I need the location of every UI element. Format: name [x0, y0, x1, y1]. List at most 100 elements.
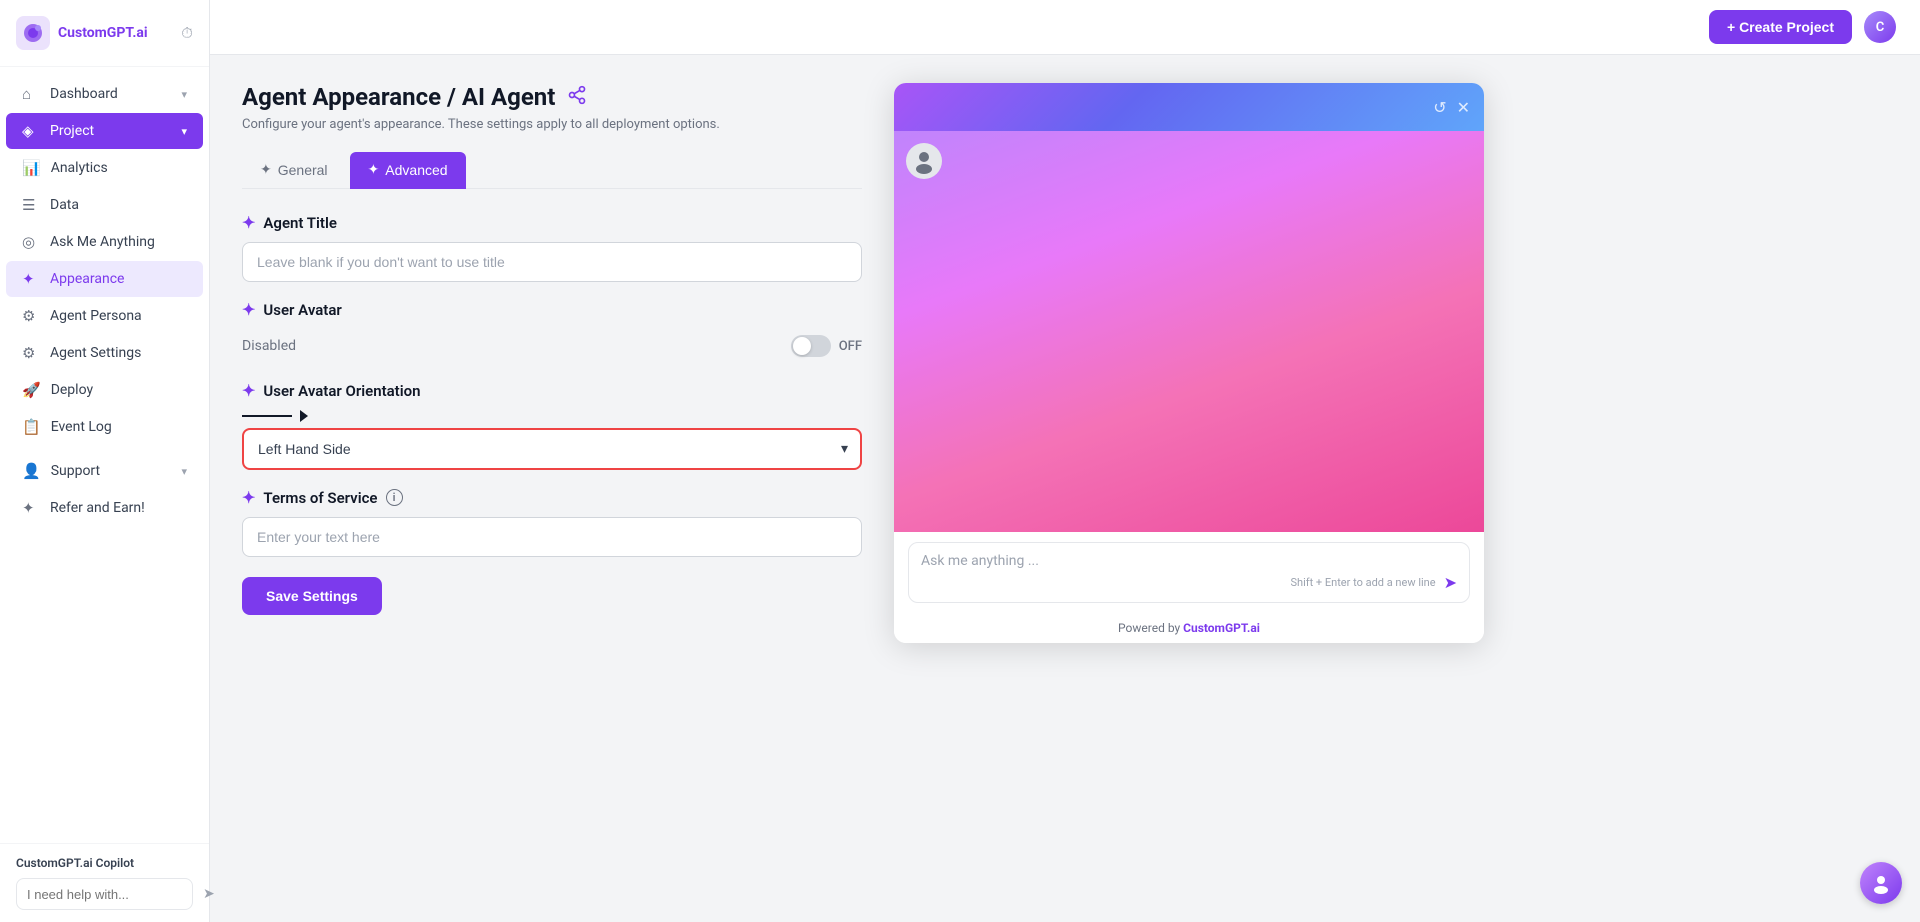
support-icon: 👤 [22, 462, 41, 480]
chat-send-icon[interactable]: ➤ [1444, 573, 1457, 592]
deploy-icon: 🚀 [22, 381, 41, 399]
main-content: + Create Project C Agent Appearance / AI… [210, 0, 1920, 922]
sidebar-item-data[interactable]: ☰ Data [6, 187, 203, 223]
appearance-icon: ✦ [22, 270, 40, 288]
appearance-label: Appearance [50, 271, 124, 287]
tab-advanced[interactable]: ✦ Advanced [350, 152, 466, 189]
chat-preview-window: ↺ ✕ [894, 83, 1484, 643]
top-bar: + Create Project C [210, 0, 1920, 55]
page-title-row: Agent Appearance / AI Agent [242, 83, 862, 111]
avatar-orientation-label: User Avatar Orientation [263, 382, 420, 400]
dashboard-arrow-icon: ▾ [181, 88, 187, 101]
project-label: Project [50, 123, 94, 139]
deploy-label: Deploy [51, 382, 93, 398]
user-avatar-section-icon: ✦ [242, 300, 255, 319]
agent-persona-icon: ⚙ [22, 307, 40, 325]
user-avatar-section-header: ✦ User Avatar [242, 300, 862, 319]
support-arrow-icon: ▾ [181, 465, 187, 478]
chat-preview-header: ↺ ✕ [894, 83, 1484, 131]
user-avatar-toggle[interactable] [791, 335, 831, 357]
toggle-row: Disabled OFF [242, 329, 862, 363]
sidebar-logo: CustomGPT.ai ⏱ [0, 0, 209, 67]
general-tab-icon: ✦ [260, 161, 272, 178]
terms-section-header: ✦ Terms of Service i [242, 488, 862, 507]
tab-general[interactable]: ✦ General [242, 152, 346, 189]
chat-footer: Ask me anything ... Shift + Enter to add… [894, 532, 1484, 613]
sidebar-item-appearance[interactable]: ✦ Appearance [6, 261, 203, 297]
clock-icon: ⏱ [181, 24, 193, 42]
general-tab-label: General [278, 162, 328, 178]
dashboard-icon: ⌂ [22, 85, 40, 103]
ask-me-icon: ◎ [22, 233, 40, 251]
copilot-input[interactable] [27, 887, 203, 902]
sidebar-nav: ⌂ Dashboard ▾ ◈ Project ▾ 📊 Analytics ☰ … [0, 67, 209, 843]
avatar-orientation-section-icon: ✦ [242, 381, 255, 400]
analytics-label: Analytics [51, 160, 108, 176]
sidebar-item-analytics[interactable]: 📊 Analytics [6, 150, 203, 186]
save-settings-button[interactable]: Save Settings [242, 577, 382, 615]
refer-label: Refer and Earn! [50, 500, 145, 516]
data-icon: ☰ [22, 196, 40, 214]
chat-powered-brand: CustomGPT.ai [1183, 621, 1260, 635]
page-title: Agent Appearance / AI Agent [242, 83, 555, 111]
share-icon[interactable] [567, 85, 587, 110]
project-arrow-icon: ▾ [181, 125, 187, 138]
sidebar-item-support[interactable]: 👤 Support ▾ [6, 453, 203, 489]
sidebar-item-ask-me[interactable]: ◎ Ask Me Anything [6, 224, 203, 260]
sidebar-item-refer[interactable]: ✦ Refer and Earn! [6, 490, 203, 526]
toggle-disabled-label: Disabled [242, 338, 296, 354]
chat-input-row: Shift + Enter to add a new line ➤ [921, 573, 1457, 592]
arrow-row [242, 410, 862, 422]
agent-title-section-header: ✦ Agent Title [242, 213, 862, 232]
advanced-tab-label: Advanced [385, 162, 447, 178]
chat-input-placeholder: Ask me anything ... [921, 553, 1457, 569]
agent-persona-label: Agent Persona [50, 308, 142, 324]
agent-title-section-icon: ✦ [242, 213, 255, 232]
bottom-floating-avatar[interactable] [1860, 862, 1902, 904]
agent-settings-label: Agent Settings [50, 345, 141, 361]
sidebar-item-dashboard[interactable]: ⌂ Dashboard ▾ [6, 76, 203, 112]
arrow-line [242, 415, 292, 417]
toggle-group: OFF [791, 335, 862, 357]
terms-section-icon: ✦ [242, 488, 255, 507]
arrow-head-icon [300, 410, 308, 422]
app-name: CustomGPT.ai [58, 25, 148, 41]
toggle-state-label: OFF [839, 339, 862, 354]
sidebar-item-event-log[interactable]: 📋 Event Log [6, 409, 203, 445]
ask-me-label: Ask Me Anything [50, 234, 155, 250]
terms-info-icon[interactable]: i [386, 489, 403, 506]
tabs-row: ✦ General ✦ Advanced [242, 152, 862, 189]
preview-panel: ↺ ✕ [894, 83, 1484, 894]
advanced-tab-icon: ✦ [368, 161, 380, 178]
chat-refresh-icon[interactable]: ↺ [1433, 98, 1446, 117]
support-label: Support [51, 463, 100, 479]
terms-input[interactable] [242, 517, 862, 557]
chat-agent-avatar [906, 143, 942, 179]
page-body: Agent Appearance / AI Agent Configure yo… [210, 55, 1920, 922]
project-icon: ◈ [22, 122, 40, 140]
sidebar-item-project[interactable]: ◈ Project ▾ [6, 113, 203, 149]
dashboard-label: Dashboard [50, 86, 118, 102]
agent-title-input[interactable] [242, 242, 862, 282]
sidebar-item-agent-settings[interactable]: ⚙ Agent Settings [6, 335, 203, 371]
event-log-label: Event Log [51, 419, 112, 435]
refer-icon: ✦ [22, 499, 40, 517]
sidebar-item-deploy[interactable]: 🚀 Deploy [6, 372, 203, 408]
chat-agent-message [906, 143, 1472, 179]
analytics-icon: 📊 [22, 159, 41, 177]
copilot-input-wrap[interactable]: ➤ [16, 878, 193, 910]
sidebar-copilot: CustomGPT.ai Copilot ➤ [0, 843, 209, 922]
chat-powered-text: Powered by [1118, 621, 1183, 635]
top-bar-avatar: C [1864, 11, 1896, 43]
sidebar-item-agent-persona[interactable]: ⚙ Agent Persona [6, 298, 203, 334]
logo-icon [16, 16, 50, 50]
orientation-select[interactable]: Left Hand Side Right Hand Side [242, 428, 862, 470]
sidebar: CustomGPT.ai ⏱ ⌂ Dashboard ▾ ◈ Project ▾… [0, 0, 210, 922]
copilot-label: CustomGPT.ai Copilot [16, 856, 193, 870]
create-project-button[interactable]: + Create Project [1709, 10, 1852, 44]
chat-input-area[interactable]: Ask me anything ... Shift + Enter to add… [908, 542, 1470, 603]
chat-shift-hint: Shift + Enter to add a new line [1291, 576, 1436, 589]
event-log-icon: 📋 [22, 418, 41, 436]
chat-close-icon[interactable]: ✕ [1457, 98, 1470, 117]
chat-powered: Powered by CustomGPT.ai [894, 613, 1484, 643]
